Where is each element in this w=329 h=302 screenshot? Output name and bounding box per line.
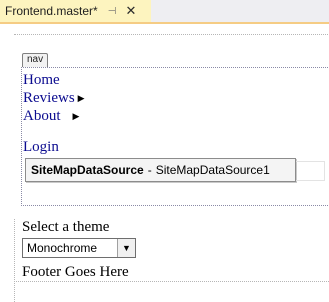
menu-item-label: Reviews [23,90,75,106]
theme-select[interactable]: Monochrome ▼ [22,238,136,258]
chevron-down-icon[interactable]: ▼ [117,239,135,257]
control-id: SiteMapDataSource1 [155,163,270,177]
tab-title: Frontend.master* [5,4,98,18]
nav-menu: Home Reviews ▶ About ▶ [23,71,95,125]
menu-item-reviews[interactable]: Reviews ▶ [23,89,95,107]
control-separator: - [147,163,152,177]
menu-item-label: About [23,108,61,124]
document-tab-strip: Frontend.master* ⊣ ✕ [0,0,329,24]
menu-item-about[interactable]: About ▶ [23,107,95,125]
footer-border [14,281,329,282]
pin-icon[interactable]: ⊣ [108,6,117,17]
login-link[interactable]: Login [23,139,59,156]
nav-element-tag[interactable]: nav [22,53,49,67]
theme-select-value: Monochrome [27,241,98,255]
control-type: SiteMapDataSource [31,163,144,177]
close-icon[interactable]: ✕ [125,3,136,19]
tab-frontend-master[interactable]: Frontend.master* ⊣ ✕ [0,0,151,22]
submenu-arrow-icon: ▶ [72,111,80,121]
menu-item-home[interactable]: Home [23,71,95,89]
container-border-left [14,219,16,302]
menu-item-label: Home [23,72,60,88]
submenu-arrow-icon: ▶ [77,93,85,103]
sitemap-datasource-control[interactable]: SiteMapDataSource - SiteMapDataSource1 [25,158,325,182]
control-shadow-box [296,161,325,181]
footer-text: Footer Goes Here [22,264,129,280]
design-surface[interactable]: nav Home Reviews ▶ About ▶ Login SiteMap… [0,24,329,302]
container-border [14,34,329,55]
theme-label: Select a theme [22,219,110,235]
